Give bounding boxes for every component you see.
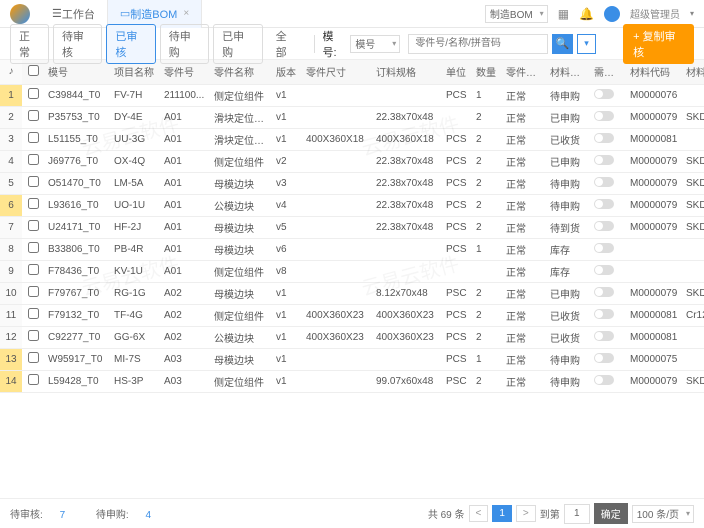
table-row[interactable]: 3L51155_T0UU-3GA01滑块定位组件v1400X360X18400X…	[0, 128, 704, 150]
page-next[interactable]: >	[516, 505, 536, 522]
table-row[interactable]: 1C39844_T0FV-7H211100...侧定位组件v1PCS1正常待申购…	[0, 84, 704, 106]
titlebar: ☰ 工作台 ▭ 制造BOM× 制造BOM ▦ 🔔 超级管理员 ▾	[0, 0, 704, 28]
col-header: 零件名称	[210, 60, 272, 84]
col-header: 项目名称	[110, 60, 160, 84]
table-row[interactable]: 12C92277_T0GG-6XA02公模边块v1400X360X23400X3…	[0, 326, 704, 348]
chevron-down-icon[interactable]: ▾	[690, 9, 694, 18]
search-input[interactable]	[408, 34, 548, 54]
close-icon[interactable]: ×	[183, 8, 189, 19]
table-row[interactable]: 6L93616_T0UO-1UA01公模边块v422.38x70x48PCS2正…	[0, 194, 704, 216]
table-row[interactable]: 7U24171_T0HF-2JA01母模边块v522.38x70x48PCS2正…	[0, 216, 704, 238]
col-header: 版本	[272, 60, 302, 84]
tab-label: 制造BOM	[130, 6, 177, 22]
module-select[interactable]: 制造BOM	[485, 5, 548, 23]
table-row[interactable]: 10F79767_T0RG-1GA02母模边块v18.12x70x48PSC2正…	[0, 282, 704, 304]
username: 超级管理员	[630, 6, 680, 21]
divider	[314, 35, 315, 53]
table-header: ♪模号项目名称零件号零件名称版本零件尺寸订料规格单位数量零件状态材料状态需入库材…	[0, 60, 704, 84]
table-row[interactable]: 14L59428_T0HS-3PA03侧定位组件v199.07x60x48PSC…	[0, 370, 704, 392]
page-prev[interactable]: <	[469, 505, 489, 522]
col-checkall[interactable]	[22, 60, 44, 84]
table-container: ♪模号项目名称零件号零件名称版本零件尺寸订料规格单位数量零件状态材料状态需入库材…	[0, 60, 704, 498]
table-row[interactable]: 2P35753_T0DY-4EA01滑块定位组件v122.38x70x482正常…	[0, 106, 704, 128]
copy-review-button[interactable]: 复制审核	[623, 24, 694, 64]
col-header: 材料代码	[626, 60, 682, 84]
filter-reviewed[interactable]: 已审核	[106, 24, 155, 64]
col-header: 材料牌号	[682, 60, 704, 84]
col-header: 单位	[442, 60, 472, 84]
mold-label: 模号:	[322, 28, 346, 60]
col-header: 需入库	[590, 60, 626, 84]
logo-icon	[10, 4, 30, 24]
filter-pending-purchase[interactable]: 待申购	[160, 24, 209, 64]
total-count: 共 69 条	[428, 506, 465, 521]
filter-pending-review[interactable]: 待审核	[53, 24, 102, 64]
footer-stats: 待审核: 7 待申购: 4	[10, 506, 179, 521]
filter-all[interactable]: 全部	[267, 24, 306, 64]
header-icons: ▦ 🔔 超级管理员 ▾	[558, 6, 694, 22]
filter-purchased[interactable]: 已申购	[213, 24, 262, 64]
filter-normal[interactable]: 正常	[10, 24, 49, 64]
search-dropdown[interactable]: ▾	[577, 34, 596, 54]
bom-table: ♪模号项目名称零件号零件名称版本零件尺寸订料规格单位数量零件状态材料状态需入库材…	[0, 60, 704, 393]
table-row[interactable]: 11F79132_T0TF-4GA02侧定位组件v1400X360X23400X…	[0, 304, 704, 326]
search-button[interactable]: 🔍	[552, 34, 573, 54]
toolbar: 正常 待审核 已审核 待申购 已申购 全部 模号: 模号 🔍 ▾ 复制审核	[0, 28, 704, 60]
col-header: 数量	[472, 60, 502, 84]
col-rownum: ♪	[0, 60, 22, 84]
col-header: 订料规格	[372, 60, 442, 84]
footer: 待审核: 7 待申购: 4 共 69 条 < 1 > 到第 确定 100 条/页	[0, 498, 704, 528]
table-row[interactable]: 8B33806_T0PB-4RA01母模边块v6PCS1正常库存	[0, 238, 704, 260]
table-row[interactable]: 9F78436_T0KV-1UA01侧定位组件v8正常库存	[0, 260, 704, 282]
bell-icon[interactable]: 🔔	[579, 7, 594, 21]
mold-select[interactable]: 模号	[350, 35, 400, 53]
avatar[interactable]	[604, 6, 620, 22]
goto-label: 到第	[540, 506, 560, 521]
goto-confirm[interactable]: 确定	[594, 503, 628, 524]
pager: 共 69 条 < 1 > 到第 确定 100 条/页	[428, 503, 694, 524]
table-row[interactable]: 13W95917_T0MI-7SA03母模边块v1PCS1正常待申购M00000…	[0, 348, 704, 370]
col-header: 零件尺寸	[302, 60, 372, 84]
page-size-select[interactable]: 100 条/页	[632, 505, 694, 523]
page-current[interactable]: 1	[492, 505, 512, 522]
goto-input[interactable]	[564, 504, 590, 524]
table-row[interactable]: 4J69776_T0OX-4QA01侧定位组件v222.38x70x48PCS2…	[0, 150, 704, 172]
table-row[interactable]: 5O51470_T0LM-5AA01母模边块v322.38x70x48PCS2正…	[0, 172, 704, 194]
col-header: 模号	[44, 60, 110, 84]
col-header: 零件号	[160, 60, 210, 84]
tab-label: 工作台	[62, 6, 95, 22]
grid-icon[interactable]: ▦	[558, 7, 569, 21]
col-header: 材料状态	[546, 60, 590, 84]
col-header: 零件状态	[502, 60, 546, 84]
